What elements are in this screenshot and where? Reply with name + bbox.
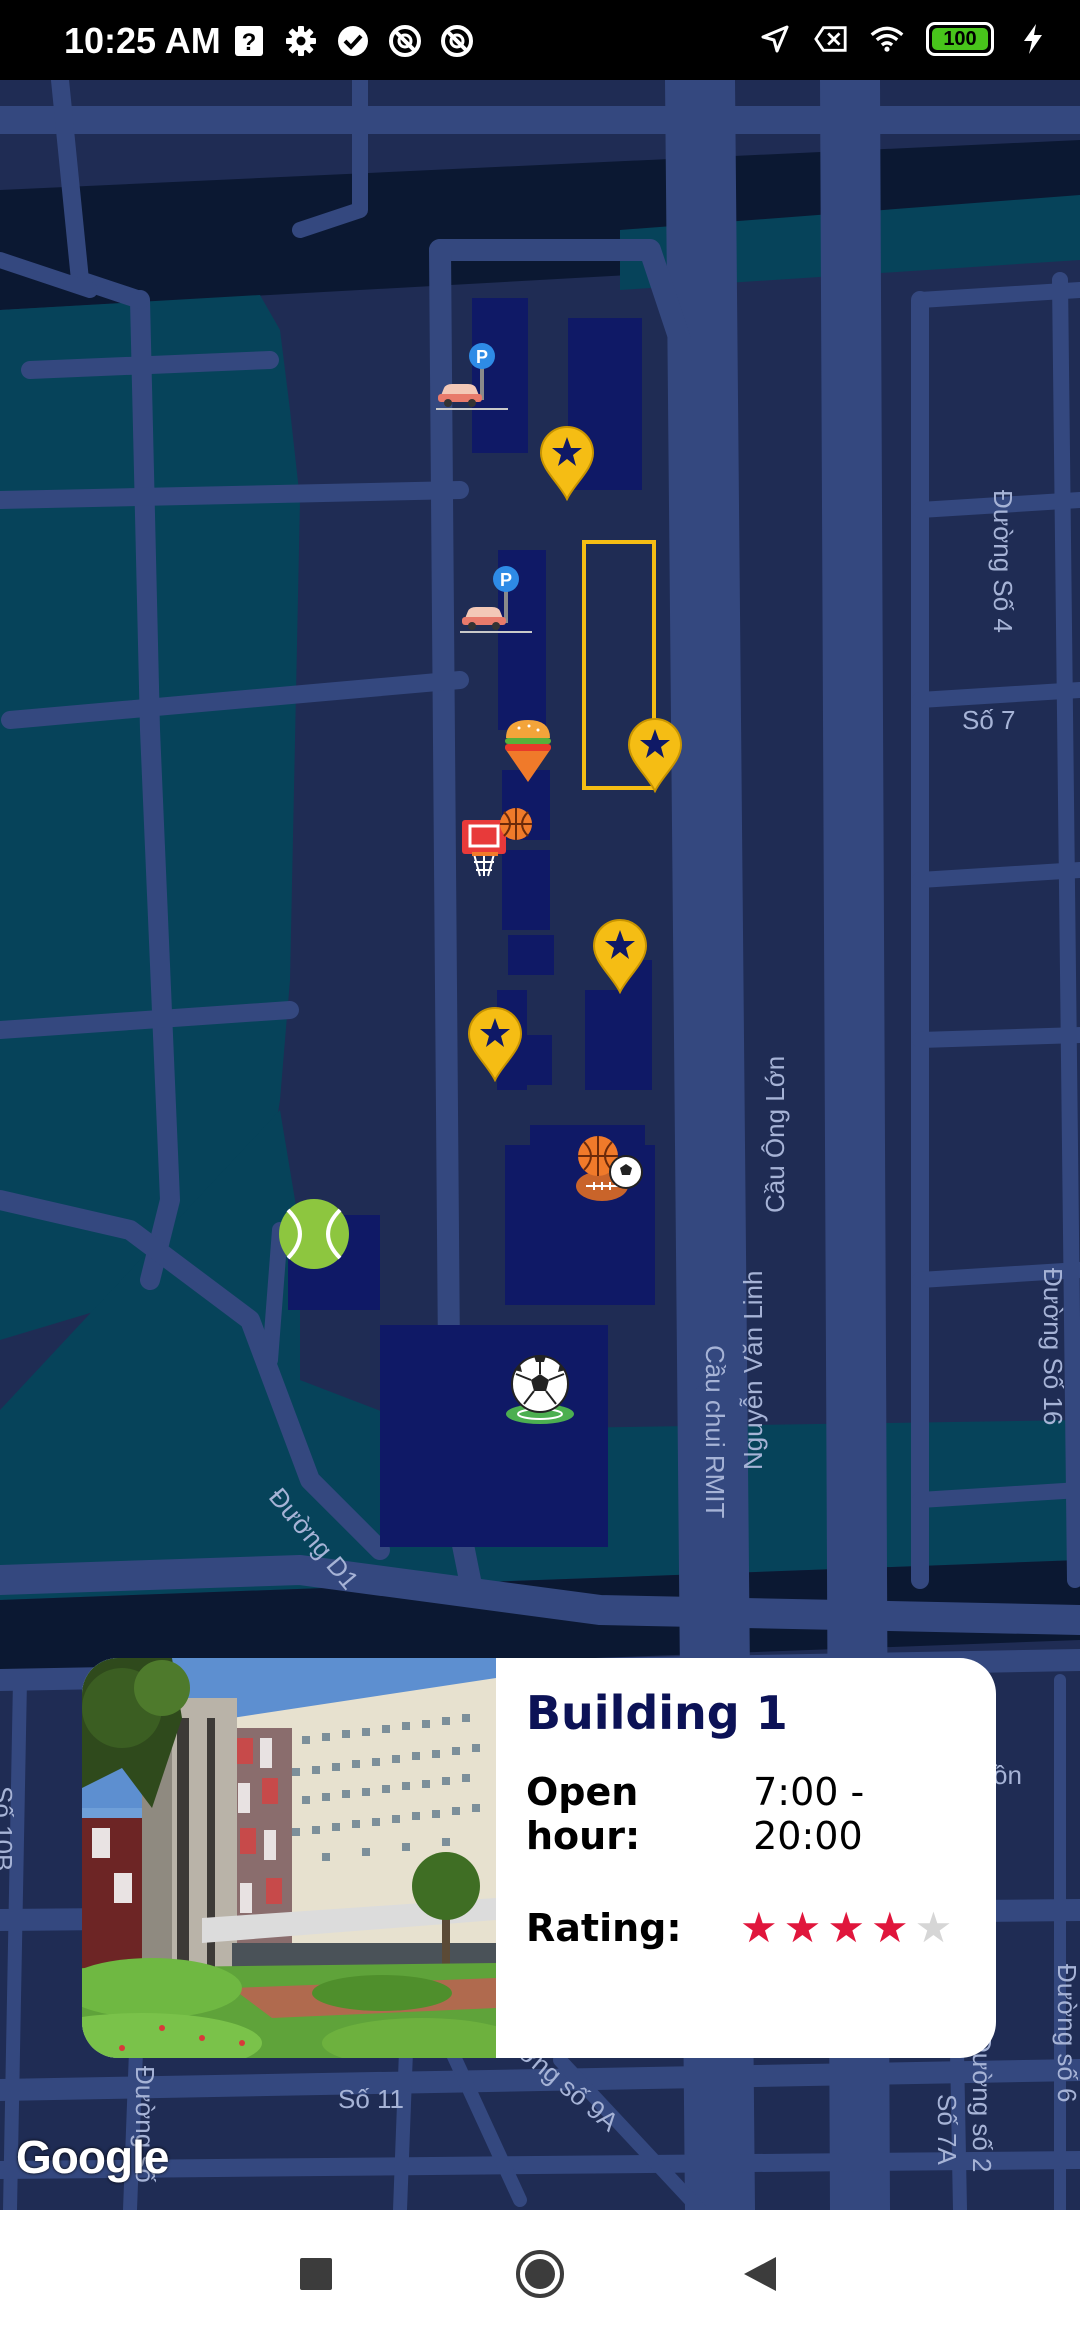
svg-text:?: ? xyxy=(242,29,257,56)
rating-label: Rating: xyxy=(526,1906,682,1950)
street-label: Nguyễn Văn Linh xyxy=(738,1270,768,1470)
street-label: Cầu chui RMIT xyxy=(700,1345,730,1519)
star-empty-icon: ★ xyxy=(914,1903,953,1952)
street-label: Số 11 xyxy=(338,2084,405,2114)
home-circle-icon[interactable] xyxy=(510,2244,570,2304)
location-arrow-icon xyxy=(758,22,792,56)
status-system-icons: 100 xyxy=(758,22,1050,56)
building-title: Building 1 xyxy=(526,1686,788,1740)
settings-gear-icon xyxy=(284,24,318,58)
status-notification-icons: ? xyxy=(232,24,474,58)
wifi-icon xyxy=(870,22,904,56)
street-label: Số 7 xyxy=(962,705,1016,735)
star-filled-icon: ★ xyxy=(783,1903,822,1952)
charging-bolt-icon xyxy=(1016,22,1050,56)
street-label: Đường Số 4 xyxy=(988,490,1018,633)
open-hour-row: Open hour: 7:00 - 20:00 xyxy=(526,1770,976,1858)
svg-text:P: P xyxy=(476,347,488,367)
open-hour-value: 7:00 - 20:00 xyxy=(753,1770,865,1858)
street-label: Cầu Ông Lớn xyxy=(760,1055,790,1213)
status-bar: 10:25 AM ? 100 xyxy=(0,0,1080,80)
battery-level: 100 xyxy=(943,27,977,50)
star-filled-icon: ★ xyxy=(740,1903,778,1952)
back-triangle-icon[interactable] xyxy=(730,2244,790,2304)
rating-row: Rating: ★ ★ ★ ★ ★ xyxy=(526,1906,976,1950)
street-label: ồn xyxy=(993,1760,1022,1790)
status-time: 10:25 AM xyxy=(64,20,221,61)
building-photo xyxy=(82,1658,496,2058)
star-filled-icon: ★ xyxy=(827,1903,865,1952)
star-filled-icon: ★ xyxy=(870,1903,909,1952)
help-box-icon: ? xyxy=(232,24,266,58)
street-label: Đường Số 16 xyxy=(1038,1268,1068,1426)
google-attribution: Google xyxy=(16,2131,169,2183)
recents-square-icon[interactable] xyxy=(286,2244,346,2304)
street-label: Đường số 6 xyxy=(1052,1964,1080,2103)
no-sim-icon xyxy=(814,22,848,56)
street-label: Số 7A xyxy=(932,2094,962,2165)
no-disturb-icon xyxy=(440,24,474,58)
open-hour-label: Open hour: xyxy=(526,1770,641,1858)
rating-stars: ★ ★ ★ ★ ★ xyxy=(740,1907,952,1949)
check-circle-icon xyxy=(336,24,370,58)
card-body: Building 1 Open hour: 7:00 - 20:00 Ratin… xyxy=(526,1686,976,1998)
battery-icon: 100 xyxy=(926,22,994,56)
street-label: Số 10B xyxy=(0,1786,18,1872)
no-disturb-icon xyxy=(388,24,422,58)
svg-text:P: P xyxy=(500,570,512,590)
navigation-bar xyxy=(0,2210,1080,2340)
building-info-card[interactable]: Building 1 Open hour: 7:00 - 20:00 Ratin… xyxy=(82,1658,996,2058)
